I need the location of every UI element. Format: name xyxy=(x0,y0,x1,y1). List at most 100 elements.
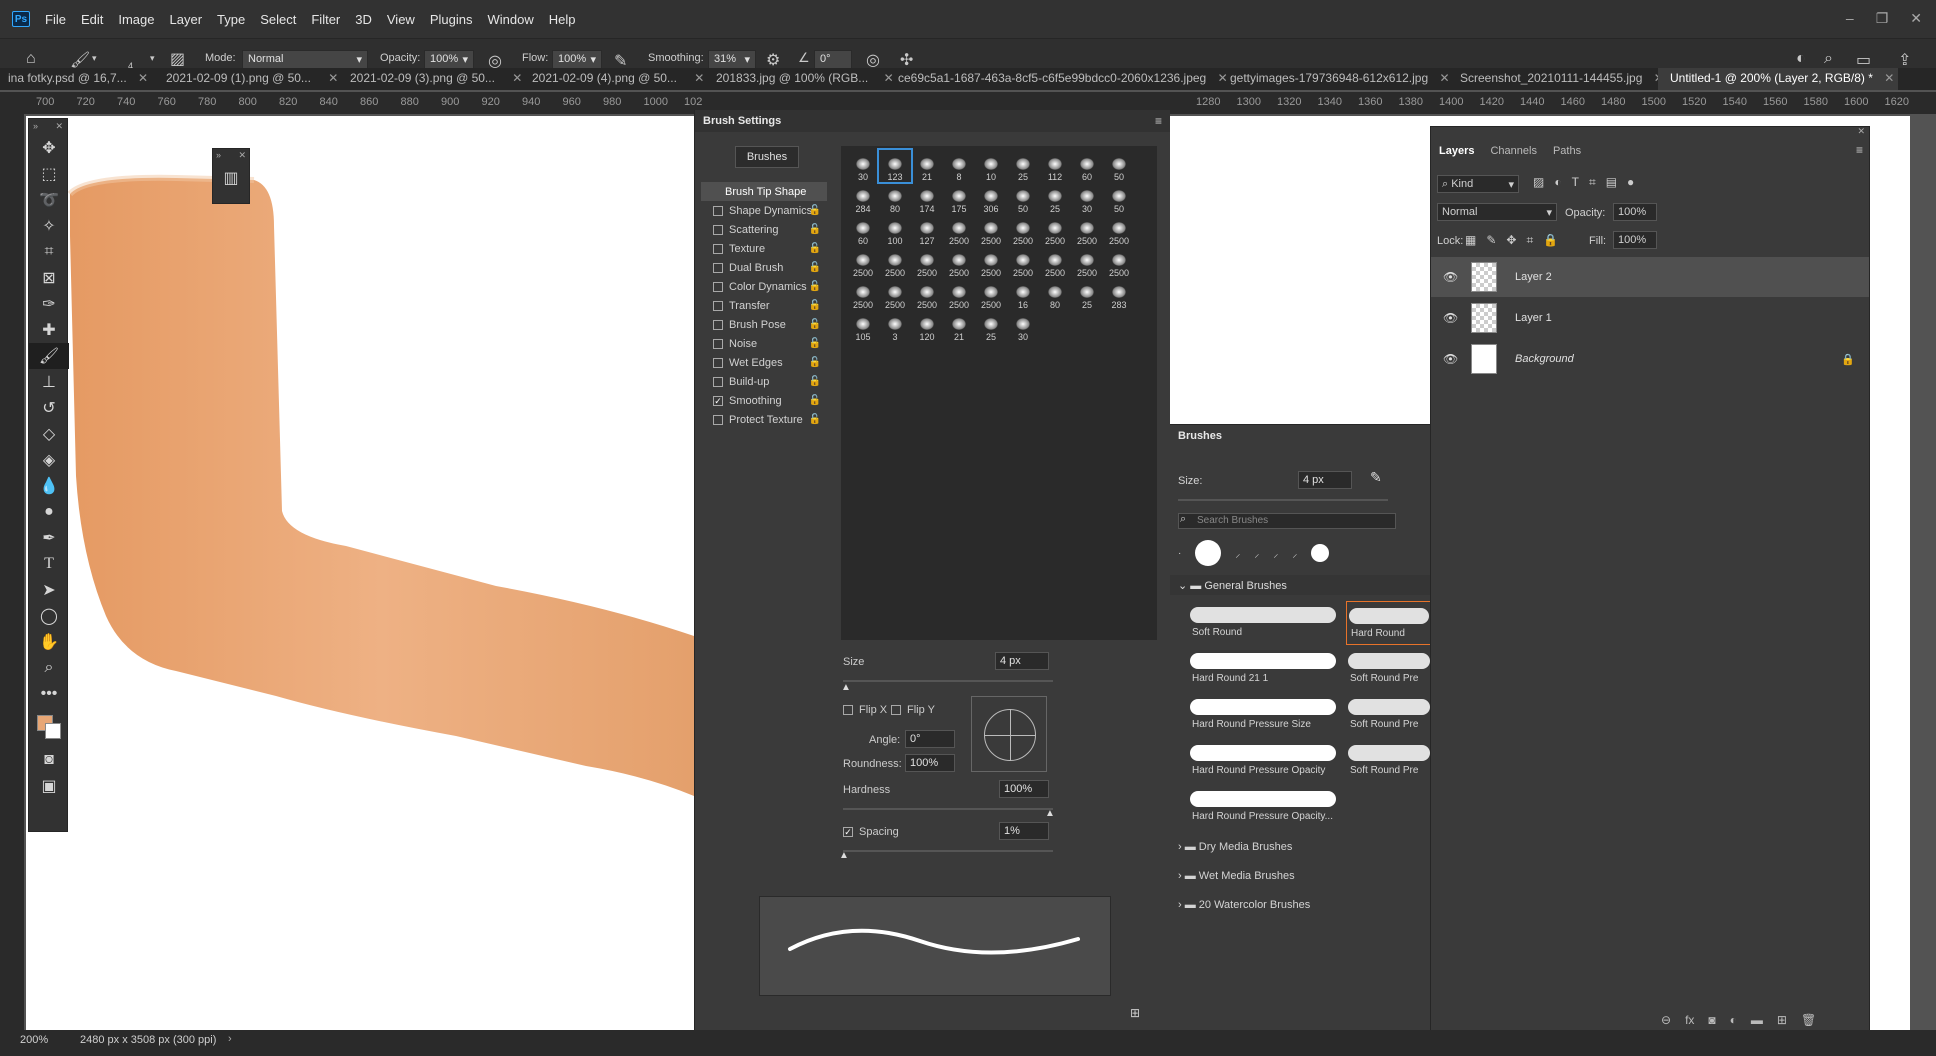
brush-setting-brush-pose[interactable]: Brush Pose 🔓 xyxy=(701,315,827,334)
brush-preset[interactable]: Soft Round Pre xyxy=(1346,739,1432,783)
eraser-icon[interactable]: ◇ xyxy=(29,421,69,447)
lock-pixels-icon[interactable]: ✎ xyxy=(1486,233,1496,248)
opacity-field[interactable]: 100% ▾ xyxy=(424,50,474,70)
brush-tip[interactable]: 3 xyxy=(879,310,911,342)
spacing-checkbox[interactable]: ✓ Spacing xyxy=(843,826,899,838)
tab-layers[interactable]: Layers xyxy=(1431,141,1482,163)
brush-tip[interactable]: 50 xyxy=(1103,182,1135,214)
brush-tip[interactable]: 2500 xyxy=(1071,214,1103,246)
brush-tip[interactable]: 2500 xyxy=(943,278,975,310)
search-brushes-input[interactable]: Search Brushes xyxy=(1178,513,1396,529)
recent-brush-round[interactable] xyxy=(1195,540,1222,566)
pen-tool-icon[interactable]: ✒ xyxy=(29,525,69,551)
lock-artboard-icon[interactable]: ⌗ xyxy=(1526,233,1533,248)
create-new-brush-icon[interactable]: ⊞ xyxy=(1130,1006,1140,1020)
panel-menu-icon[interactable]: ≡ xyxy=(1155,114,1162,128)
brush-tool-icon[interactable]: 🖌 xyxy=(70,50,90,70)
delete-layer-icon[interactable]: 🗑 xyxy=(1801,1013,1816,1027)
recent-brush-pencil[interactable]: ⸝ xyxy=(1273,546,1278,560)
menu-filter[interactable]: Filter xyxy=(311,12,340,27)
close-icon[interactable]: ✕ xyxy=(1857,126,1865,137)
ellipse-tool-icon[interactable]: ◯ xyxy=(29,603,69,629)
close-icon[interactable]: ✕ xyxy=(55,121,63,133)
layer-name[interactable]: Layer 2 xyxy=(1515,271,1552,283)
smoothing-field[interactable]: 31% ▾ xyxy=(708,50,756,70)
menu-image[interactable]: Image xyxy=(118,12,154,27)
brush-preset[interactable]: Hard Round Pressure Size xyxy=(1188,693,1338,737)
brush-tip[interactable]: 284 xyxy=(847,182,879,214)
tab-doc-2[interactable]: 2021-02-09 (1).png @ 50... ✕ xyxy=(166,68,338,90)
close-icon[interactable]: ✕ xyxy=(1910,10,1922,27)
new-layer-icon[interactable]: ⊞ xyxy=(1777,1013,1787,1027)
lock-icon[interactable]: 🔓 xyxy=(809,319,821,330)
brush-preset-icon[interactable]: ✎ xyxy=(1370,469,1382,486)
tab-doc-1[interactable]: ina fotky.psd @ 16,7... ✕ xyxy=(8,68,148,90)
menu-help[interactable]: Help xyxy=(549,12,576,27)
brush-tip[interactable]: 25 xyxy=(1039,182,1071,214)
checkbox[interactable] xyxy=(713,319,723,330)
angle-roundness-widget[interactable] xyxy=(971,696,1047,772)
angle-field[interactable]: 0° xyxy=(905,730,955,748)
menu-layer[interactable]: Layer xyxy=(170,12,203,27)
brush-tip[interactable]: 8 xyxy=(943,150,975,182)
checkbox[interactable] xyxy=(713,376,723,387)
brushes-size-slider[interactable] xyxy=(1178,499,1388,501)
tab-doc-active[interactable]: Untitled-1 @ 200% (Layer 2, RGB/8) * ✕ xyxy=(1658,68,1898,90)
history-brush-icon[interactable]: ↺ xyxy=(29,395,69,421)
brush-tip[interactable]: 2500 xyxy=(1103,246,1135,278)
recent-brush-round-small[interactable] xyxy=(1311,544,1330,562)
checkbox[interactable] xyxy=(713,414,723,425)
tab-doc-8[interactable]: Screenshot_20210111-144455.jpg ✕ xyxy=(1460,68,1664,90)
recent-brush-pencil[interactable]: ⸝ xyxy=(1292,546,1297,560)
filter-pixel-icon[interactable]: ▨ xyxy=(1533,175,1544,190)
tab-doc-4[interactable]: 2021-02-09 (4).png @ 50... ✕ xyxy=(532,68,704,90)
dodge-tool-icon[interactable]: ● xyxy=(29,499,69,525)
filter-type-icon[interactable]: T xyxy=(1572,175,1579,190)
lock-icon[interactable]: 🔓 xyxy=(809,357,821,368)
recent-brush-pencil[interactable]: ⸝ xyxy=(1254,546,1259,560)
collapse-icon[interactable]: » xyxy=(33,121,38,133)
brush-tip[interactable]: 127 xyxy=(911,214,943,246)
brush-setting-color-dynamics[interactable]: Color Dynamics 🔓 xyxy=(701,277,827,296)
recent-brushes-row[interactable]: · ⸝ ⸝ ⸝ ⸝ xyxy=(1178,537,1428,569)
brush-tip[interactable]: 2500 xyxy=(943,246,975,278)
brush-tip[interactable]: 2500 xyxy=(975,246,1007,278)
brush-preset[interactable]: Soft Round Pre xyxy=(1346,693,1432,737)
flip-x-checkbox[interactable]: Flip X xyxy=(843,704,887,716)
brush-tip[interactable]: 2500 xyxy=(975,278,1007,310)
brush-tip[interactable]: 30 xyxy=(1007,310,1039,342)
blend-mode-select[interactable]: Normal ▾ xyxy=(1437,203,1557,221)
filter-toggle-icon[interactable]: ● xyxy=(1627,175,1634,190)
brush-tip[interactable]: 2500 xyxy=(879,278,911,310)
recent-brush-pencil[interactable]: ⸝ xyxy=(1235,546,1240,560)
brush-setting-transfer[interactable]: Transfer 🔓 xyxy=(701,296,827,315)
brush-tip[interactable]: 2500 xyxy=(911,278,943,310)
brush-tip[interactable]: 105 xyxy=(847,310,879,342)
roundness-field[interactable]: 100% xyxy=(905,754,955,772)
checkbox[interactable] xyxy=(713,300,723,311)
healing-brush-icon[interactable]: ✚ xyxy=(29,317,69,343)
chevron-down-icon[interactable]: ▾ xyxy=(92,53,97,64)
checkbox[interactable]: ✓ xyxy=(713,395,723,406)
brush-tip[interactable]: 174 xyxy=(911,182,943,214)
brush-setting-scattering[interactable]: Scattering 🔓 xyxy=(701,220,827,239)
menu-file[interactable]: File xyxy=(45,12,66,27)
tab-paths[interactable]: Paths xyxy=(1545,141,1589,163)
frame-tool-icon[interactable]: ⊠ xyxy=(29,265,69,291)
lock-icon[interactable]: 🔓 xyxy=(809,262,821,273)
chevron-down-icon[interactable]: ▾ xyxy=(150,53,155,64)
maximize-icon[interactable]: ❐ xyxy=(1876,10,1889,27)
lock-all-icon[interactable]: 🔒 xyxy=(1543,233,1558,248)
brush-tip[interactable]: 306 xyxy=(975,182,1007,214)
brush-tip[interactable]: 2500 xyxy=(943,214,975,246)
brush-tip[interactable]: 25 xyxy=(975,310,1007,342)
checkbox[interactable] xyxy=(713,262,723,273)
menu-plugins[interactable]: Plugins xyxy=(430,12,473,27)
size-slider-handle[interactable]: ▲ xyxy=(841,682,851,693)
size-slider-track[interactable] xyxy=(843,680,1053,682)
layer-opacity-field[interactable]: 100% xyxy=(1613,203,1657,221)
move-tool-icon[interactable]: ✥ xyxy=(29,135,69,161)
lock-icon[interactable]: 🔒 xyxy=(1841,353,1855,366)
brush-settings-toggle-icon[interactable]: ▨ xyxy=(170,49,185,69)
brush-tip[interactable]: 283 xyxy=(1103,278,1135,310)
